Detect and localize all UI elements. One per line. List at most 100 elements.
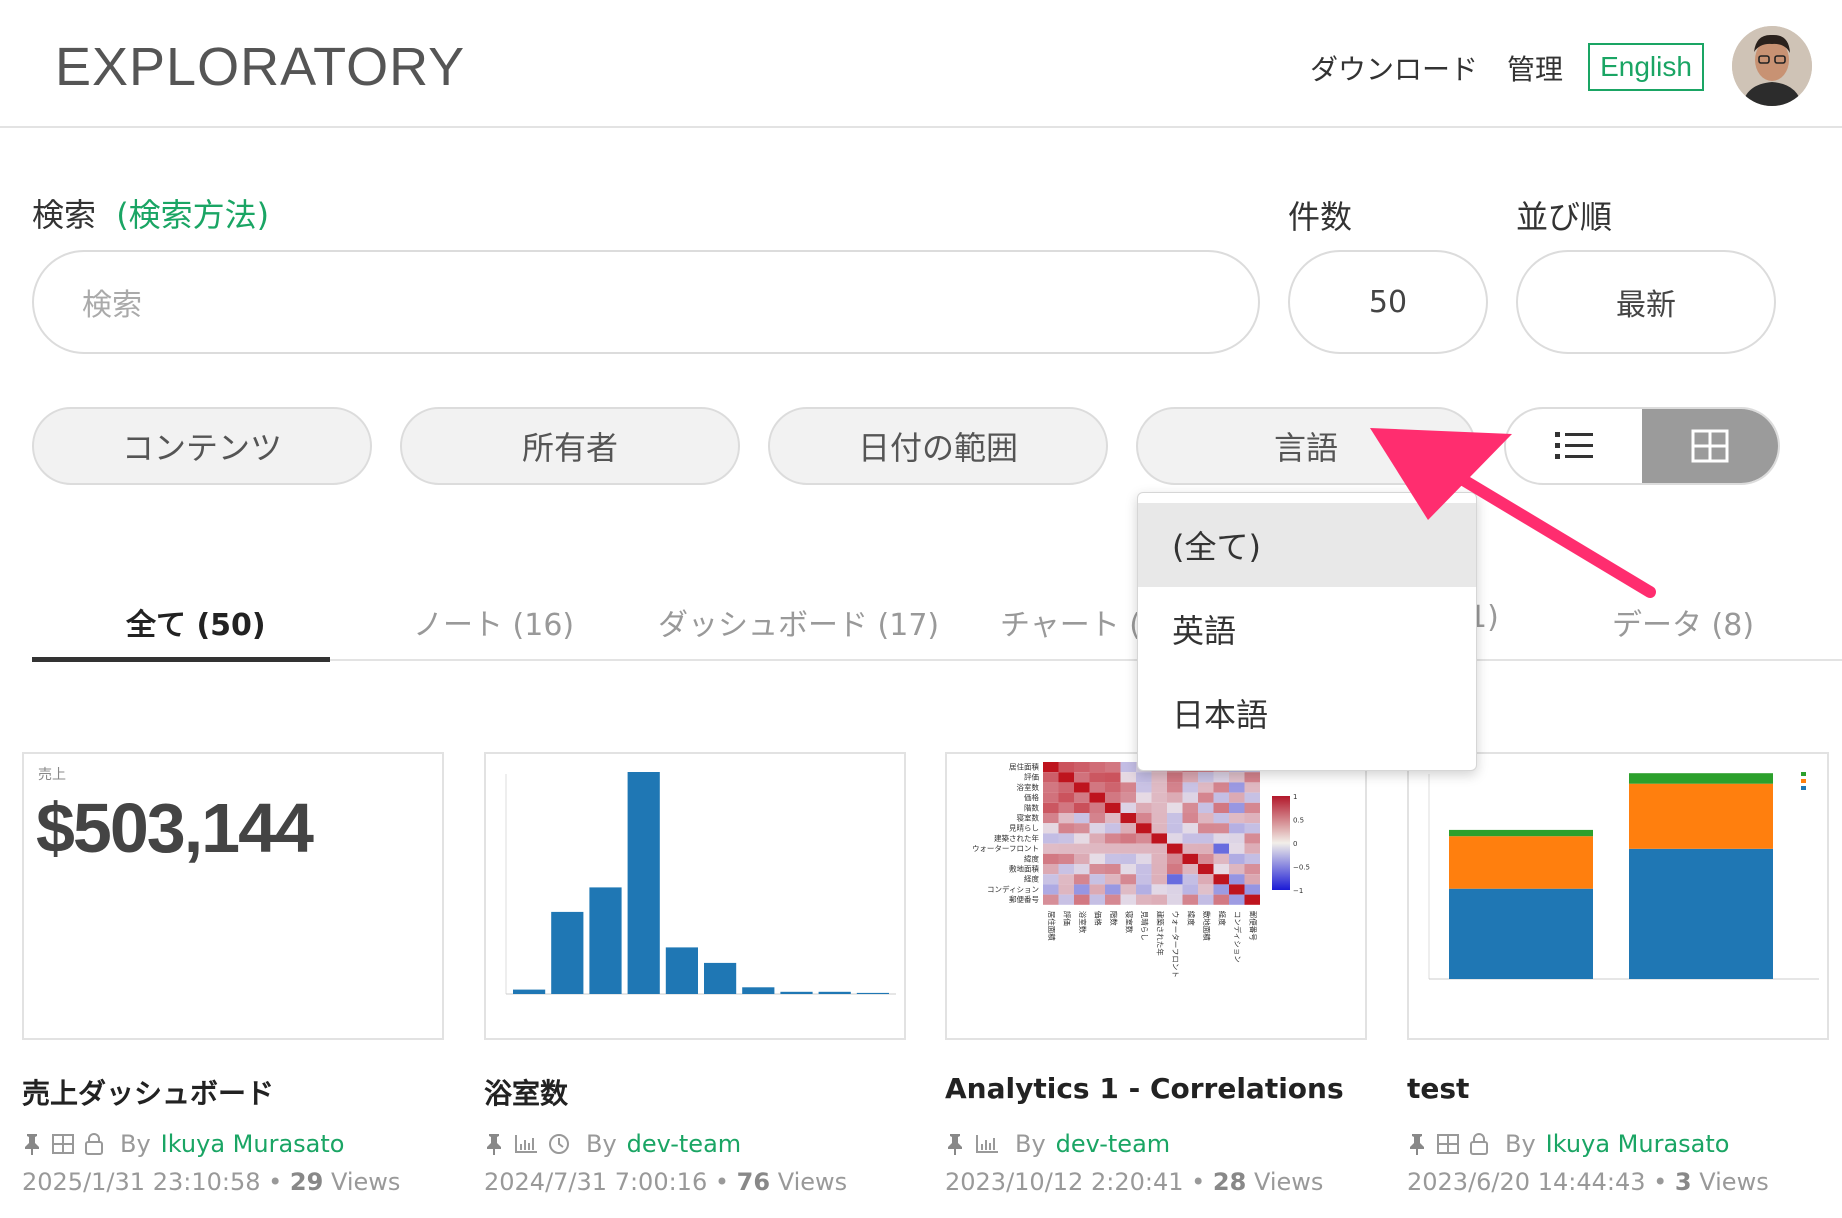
heatmap-cell — [1167, 894, 1183, 905]
heatmap-cell — [1213, 864, 1229, 875]
heatmap-cell — [1105, 802, 1121, 813]
heatmap-cell — [1198, 853, 1214, 864]
grid-view-button[interactable] — [1642, 409, 1778, 483]
owner-link[interactable]: dev-team — [627, 1130, 741, 1158]
heatmap-cell — [1089, 802, 1105, 813]
heatmap-cell — [1089, 833, 1105, 844]
heatmap-cell — [1120, 864, 1136, 875]
search-help-link[interactable]: (検索方法) — [116, 196, 269, 234]
heatmap-cell — [1213, 874, 1229, 885]
card-thumbnail[interactable] — [484, 752, 906, 1040]
heatmap-cell — [1229, 782, 1245, 793]
heatmap-cell — [1120, 843, 1136, 854]
english-language-button[interactable]: English — [1588, 43, 1704, 91]
heatmap-cell — [1229, 884, 1245, 895]
heatmap-cell — [1136, 894, 1152, 905]
sort-label: 並び順 — [1516, 198, 1613, 236]
heatmap-legend-tick: −0.5 — [1293, 864, 1310, 872]
heatmap-row-label: 郵便番号 — [1009, 894, 1039, 904]
stacked-bar-segment — [1629, 848, 1773, 979]
heatmap-cell — [1074, 792, 1090, 803]
heatmap-cell — [1136, 802, 1152, 813]
annotation-arrow — [1370, 428, 1656, 598]
content-filter-button[interactable]: コンテンツ — [32, 407, 372, 485]
tab-dashboards[interactable]: ダッシュボード (17) — [658, 600, 939, 644]
pin-icon[interactable] — [484, 1133, 504, 1155]
heatmap-cell — [1074, 823, 1090, 834]
download-link[interactable]: ダウンロード — [1310, 48, 1478, 88]
heatmap-row-label: 建築された年 — [994, 833, 1039, 843]
heatmap-cell — [1074, 874, 1090, 885]
heatmap-cell — [1120, 762, 1136, 773]
histogram-bar — [780, 991, 813, 994]
heatmap-cell — [1151, 813, 1167, 824]
heatmap-cell — [1043, 792, 1059, 803]
heatmap-cell — [1167, 772, 1183, 783]
card-title[interactable]: 売上ダッシュボード — [22, 1072, 274, 1112]
heatmap-cell — [1198, 823, 1214, 834]
sort-select[interactable]: 最新 — [1516, 250, 1776, 354]
heatmap-cell — [1120, 833, 1136, 844]
heatmap-cell — [1213, 843, 1229, 854]
heatmap-cell — [1120, 782, 1136, 793]
heatmap-cell — [1182, 853, 1198, 864]
heatmap-cell — [1229, 772, 1245, 783]
search-input[interactable]: 検索 — [32, 250, 1260, 354]
stacked-bar-segment — [1449, 836, 1593, 889]
heatmap-cell — [1120, 884, 1136, 895]
pin-icon[interactable] — [945, 1133, 965, 1155]
user-avatar[interactable] — [1732, 26, 1812, 106]
tab-all[interactable]: 全て (50) — [126, 600, 266, 644]
count-value: 50 — [1368, 284, 1408, 320]
heatmap-cell — [1120, 802, 1136, 813]
search-label: 検索 (検索方法) — [32, 196, 270, 234]
heatmap-legend-tick: 1 — [1293, 793, 1297, 801]
card-thumbnail[interactable] — [1407, 752, 1829, 1040]
language-option-japanese[interactable]: 日本語 — [1138, 671, 1476, 755]
heatmap-legend-tick: −1 — [1293, 887, 1303, 895]
card-title[interactable]: test — [1407, 1072, 1469, 1105]
heatmap-cell — [1213, 802, 1229, 813]
heatmap-row-label: ウォーターフロント — [972, 844, 1039, 853]
count-select[interactable]: 50 — [1288, 250, 1488, 354]
heatmap-row-label: コンディション — [987, 884, 1039, 894]
heatmap-cell — [1105, 894, 1121, 905]
search-placeholder: 検索 — [82, 288, 142, 323]
owner-link[interactable]: Ikuya Murasato — [1546, 1130, 1730, 1158]
heatmap-cell — [1074, 782, 1090, 793]
tab-notes[interactable]: ノート (16) — [413, 600, 574, 644]
heatmap-cell — [1136, 792, 1152, 803]
heatmap-cell — [1244, 792, 1260, 803]
heatmap-cell — [1105, 884, 1121, 895]
heatmap-cell — [1043, 874, 1059, 885]
heatmap-cell — [1167, 843, 1183, 854]
pin-icon[interactable] — [1407, 1133, 1427, 1155]
correlation-heatmap-thumbnail: 居住面積居住面積評価評価浴室数浴室数価格価格階数階数寝室数寝室数見晴らし見晴らし… — [972, 762, 1310, 978]
heatmap-cell — [1089, 843, 1105, 854]
card-title[interactable]: Analytics 1 - Correlations — [945, 1072, 1344, 1105]
active-tab-indicator — [32, 657, 330, 662]
heatmap-cell — [1167, 874, 1183, 885]
heatmap-cell — [1229, 823, 1245, 834]
heatmap-cell — [1151, 884, 1167, 895]
heatmap-cell — [1167, 782, 1183, 793]
card-thumbnail[interactable]: 居住面積 居住面積 評価 評価 浴室数 浴室数 価格 価格 階数 階数 寝室数 寝室数 見晴らし 見晴らし… — [945, 752, 1367, 1040]
owner-link[interactable]: dev-team — [1056, 1130, 1170, 1158]
owner-filter-button[interactable]: 所有者 — [400, 407, 740, 485]
card-meta: By Ikuya Murasato — [1407, 1130, 1729, 1158]
card-date-views: 2023/10/12 2:20:41 • 28 Views — [945, 1168, 1324, 1196]
heatmap-cell — [1229, 813, 1245, 824]
card-title[interactable]: 浴室数 — [484, 1072, 568, 1112]
card-thumbnail[interactable]: 売上 $503,144 — [22, 752, 444, 1040]
histogram-bar — [818, 991, 851, 994]
heatmap-cell — [1213, 782, 1229, 793]
heatmap-cell — [1198, 813, 1214, 824]
owner-link[interactable]: Ikuya Murasato — [161, 1130, 345, 1158]
app-logo[interactable]: EXPLORATORY — [55, 36, 465, 98]
admin-link[interactable]: 管理 — [1507, 48, 1563, 88]
heatmap-cell — [1244, 802, 1260, 813]
date-range-filter-button[interactable]: 日付の範囲 — [768, 407, 1108, 485]
pin-icon[interactable] — [22, 1133, 42, 1155]
heatmap-cell — [1151, 874, 1167, 885]
heatmap-cell — [1043, 853, 1059, 864]
